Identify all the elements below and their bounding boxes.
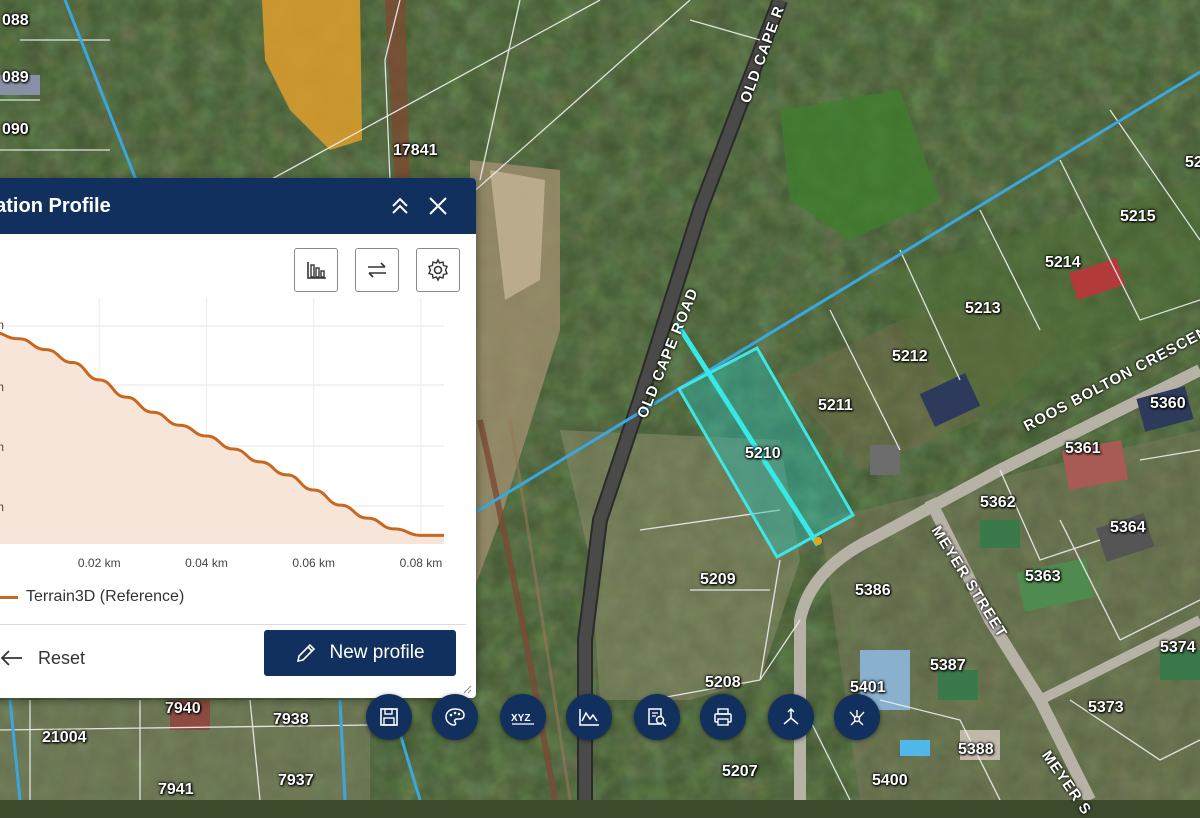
elevation-profile-icon xyxy=(579,709,599,726)
parcel-label: 5215 xyxy=(1120,208,1156,225)
xyz-icon: XYZ xyxy=(511,713,534,725)
palette-icon xyxy=(445,708,465,726)
reset-label: Reset xyxy=(38,647,86,668)
query-tool-button[interactable] xyxy=(634,694,680,740)
parcel-label: 17841 xyxy=(393,142,438,159)
chart-bars-icon xyxy=(307,262,326,279)
x-tick-label: 0.08 km xyxy=(400,556,443,570)
elevation-profile-tool-button[interactable] xyxy=(566,694,612,740)
chart-bars-button[interactable] xyxy=(294,248,338,292)
parcel-label: 5360 xyxy=(1150,395,1186,412)
swap-arrows-icon xyxy=(368,262,386,278)
parcel-label: 5209 xyxy=(700,571,736,588)
close-icon xyxy=(429,197,447,215)
parcel-label: 52 xyxy=(1185,154,1200,171)
parcel-label: 5363 xyxy=(1025,568,1061,585)
axis-icon xyxy=(783,707,799,725)
svg-text:XYZ: XYZ xyxy=(511,713,530,724)
network-icon xyxy=(849,710,865,726)
parcel-label: 5214 xyxy=(1045,254,1081,271)
parcel-label: 5211 xyxy=(818,397,853,414)
parcel-label: 5373 xyxy=(1088,699,1124,716)
pencil-icon xyxy=(297,643,316,663)
save-tool-button[interactable] xyxy=(366,694,412,740)
print-icon xyxy=(714,708,732,726)
y-tick-label: 0 m xyxy=(0,440,4,454)
parcel-label: 5400 xyxy=(872,772,908,789)
save-icon xyxy=(380,708,398,726)
x-tick-label: 0.02 km xyxy=(78,556,121,570)
parcel-label: 5208 xyxy=(705,674,741,691)
legend-swatch xyxy=(0,595,18,599)
parcel-label: 089 xyxy=(2,69,29,86)
parcel-label: 5207 xyxy=(722,763,758,780)
parcel-label: 7940 xyxy=(165,700,201,717)
measure-tool-button[interactable] xyxy=(768,694,814,740)
parcel-label: 21004 xyxy=(42,729,87,746)
parcel-label: 5387 xyxy=(930,657,966,674)
parcel-label: 5386 xyxy=(855,582,891,599)
chart-legend[interactable]: Terrain3D (Reference) xyxy=(0,586,184,608)
parcel-label: 5364 xyxy=(1110,519,1146,536)
footer-divider xyxy=(0,624,466,625)
parcel-label: 5388 xyxy=(958,741,994,758)
elevation-chart[interactable]: 0 m 0 m 0 m 0 m 0.02 km 0.04 km 0.06 km 0.08 k… xyxy=(0,298,476,578)
elevation-area xyxy=(0,333,444,544)
style-tool-button[interactable] xyxy=(432,694,478,740)
parcel-label: 5362 xyxy=(980,494,1016,511)
legend-label: Terrain3D (Reference) xyxy=(26,588,185,605)
print-tool-button[interactable] xyxy=(700,694,746,740)
new-profile-button[interactable]: New profile xyxy=(264,630,456,676)
x-tick-label: 0.06 km xyxy=(292,556,335,570)
parcel-label: 5212 xyxy=(892,348,928,365)
panel-header: Elevation Profile xyxy=(0,178,476,234)
parcel-label: 5361 xyxy=(1065,440,1101,457)
close-button[interactable] xyxy=(422,190,454,222)
network-tool-button[interactable] xyxy=(834,694,880,740)
arrow-left-icon xyxy=(0,650,22,666)
parcel-label: 5210 xyxy=(745,445,781,462)
parcel-label: 5213 xyxy=(965,300,1001,317)
settings-button[interactable] xyxy=(416,248,460,292)
parcel-label: 7941 xyxy=(158,781,194,798)
y-tick-label: 0 m xyxy=(0,380,4,394)
swap-direction-button[interactable] xyxy=(355,248,399,292)
panel-title: Elevation Profile xyxy=(0,195,111,217)
gear-icon xyxy=(428,258,448,282)
collapse-button[interactable] xyxy=(384,190,416,222)
coordinate-tool-button[interactable]: XYZ xyxy=(500,694,546,740)
y-tick-label: 0 m xyxy=(0,318,4,332)
parcel-label: 7938 xyxy=(273,711,309,728)
double-chevron-up-icon xyxy=(392,197,408,214)
resize-handle[interactable] xyxy=(462,684,472,694)
parcel-label: 5374 xyxy=(1160,639,1196,656)
elevation-profile-panel: Elevation Profile xyxy=(0,178,476,698)
search-document-icon xyxy=(648,708,667,727)
x-tick-label: 0.04 km xyxy=(185,556,228,570)
parcel-label: 088 xyxy=(2,12,29,29)
parcel-label: 090 xyxy=(2,121,29,138)
parcel-label: 7937 xyxy=(278,772,314,789)
y-tick-label: 0 m xyxy=(0,500,4,514)
new-profile-label: New profile xyxy=(329,642,425,663)
reset-button[interactable]: Reset xyxy=(0,638,85,678)
